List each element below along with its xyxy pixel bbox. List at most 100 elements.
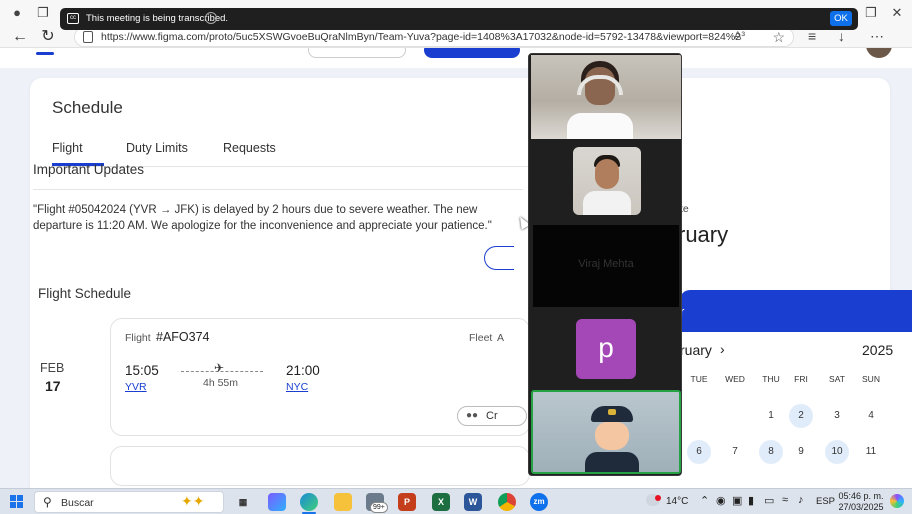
participant-tile-avatar[interactable]: p — [531, 316, 681, 382]
weather-alert-icon — [655, 495, 661, 501]
back-icon[interactable]: ← — [10, 28, 30, 46]
calendar-day[interactable]: 6 — [687, 440, 711, 464]
info-icon[interactable]: i — [205, 12, 217, 24]
copilot-icon[interactable] — [890, 494, 904, 508]
crew-button[interactable]: ●● Cr — [457, 406, 527, 426]
page-title: Schedule — [52, 98, 123, 117]
zoom-participant-panel: Viraj Mehta p — [528, 53, 682, 476]
weekday-label: TUE — [690, 374, 708, 384]
download-icon[interactable]: ↓ — [838, 28, 845, 44]
read-aloud-icon[interactable]: A³ — [734, 30, 745, 42]
plane-icon: ✈ — [214, 361, 225, 375]
crew-icon: ●● — [466, 410, 479, 421]
flight-schedule-title: Flight Schedule — [38, 286, 132, 301]
participant-avatar: p — [576, 319, 636, 379]
header-primary-button[interactable] — [424, 48, 520, 58]
copilot-sparkle-icon: ✦✦ — [181, 493, 205, 509]
participant-body — [567, 113, 633, 139]
collections-icon[interactable]: ≡ — [808, 28, 816, 44]
arrival-airport-link[interactable]: NYC — [286, 381, 308, 393]
address-bar[interactable]: https://www.figma.com/proto/5uc5XSWGvoeB… — [74, 27, 794, 47]
calendar-day[interactable]: 2 — [789, 404, 813, 428]
excel-icon[interactable]: X — [432, 493, 450, 511]
wifi-icon[interactable]: ≈ — [782, 494, 788, 506]
tray-chevron-icon[interactable]: ⌃ — [700, 494, 709, 507]
participant-body — [583, 191, 631, 215]
windows-taskbar: ⚲ Buscar ✦✦ ▦ 99+ P X W zm 14°C ⌃ ◉ ▣ ▮ … — [0, 488, 912, 514]
notification-badge: 99+ — [370, 502, 388, 513]
tab-requests[interactable]: Requests — [223, 141, 276, 155]
search-label: Buscar — [61, 497, 94, 509]
arrival-time: 21:00 — [286, 363, 320, 378]
departure-time: 15:05 — [125, 363, 159, 378]
url-text[interactable]: https://www.figma.com/proto/5uc5XSWGvoeB… — [101, 31, 741, 43]
flight-duration: 4h 55m — [203, 377, 239, 389]
temperature[interactable]: 14°C — [666, 496, 688, 507]
copilot-app-icon[interactable] — [268, 493, 286, 511]
file-explorer-icon[interactable] — [334, 493, 352, 511]
windows-start-icon[interactable] — [10, 495, 24, 509]
powerpoint-icon[interactable]: P — [398, 493, 416, 511]
clock-date[interactable]: 27/03/2025 — [838, 502, 884, 512]
transcription-banner: cc This meeting is being transcribed. i … — [60, 8, 858, 30]
tab-duty-limits[interactable]: Duty Limits — [126, 141, 188, 155]
task-view-icon[interactable]: ▦ — [234, 493, 252, 511]
participant-tile-viraj[interactable]: Viraj Mehta — [533, 225, 679, 307]
calendar-day[interactable]: 9 — [789, 440, 813, 464]
calendar-day[interactable]: 10 — [825, 440, 849, 464]
favorite-star-icon[interactable]: ☆ — [772, 29, 785, 46]
header-pill[interactable] — [308, 48, 406, 58]
search-icon: ⚲ — [43, 495, 52, 509]
close-icon[interactable]: ✕ — [886, 4, 908, 22]
calendar-header — [680, 290, 912, 332]
closed-caption-icon: cc — [67, 13, 79, 24]
record-icon[interactable]: ◉ — [716, 494, 726, 507]
microphone-icon[interactable]: ▮ — [748, 494, 754, 507]
workspaces-icon[interactable]: ❐ — [32, 4, 54, 22]
zoom-app-icon[interactable]: zm — [530, 493, 548, 511]
input-language[interactable]: ESP — [816, 496, 835, 507]
edge-browser-icon[interactable] — [300, 493, 318, 511]
taskbar-search[interactable]: ⚲ Buscar ✦✦ — [34, 491, 224, 513]
calendar-day[interactable]: 7 — [723, 440, 747, 464]
participant-video-1[interactable] — [531, 55, 681, 139]
flight-label: Flight — [125, 332, 151, 344]
pilot-uniform — [585, 452, 639, 472]
calendar-day[interactable]: 4 — [859, 404, 883, 428]
ok-button[interactable]: OK — [830, 11, 852, 26]
battery-icon[interactable]: ▭ — [764, 494, 774, 507]
active-speaker-tile[interactable] — [531, 390, 681, 474]
menu-icon[interactable] — [36, 52, 54, 55]
profile-icon[interactable]: ● — [6, 4, 28, 22]
participant-name: Viraj Mehta — [578, 258, 634, 270]
chrome-icon[interactable] — [498, 493, 516, 511]
participant-video-2[interactable] — [531, 144, 681, 216]
right-panel-month: ruary — [678, 222, 729, 247]
flight-date-month: FEB — [40, 361, 65, 375]
calendar-day[interactable]: 8 — [759, 440, 783, 464]
extensions-icon[interactable]: ⋯ — [870, 28, 884, 45]
updates-action-button[interactable] — [484, 246, 514, 270]
pilot-badge — [608, 409, 616, 415]
calendar-day[interactable]: 1 — [759, 404, 783, 428]
word-icon[interactable]: W — [464, 493, 482, 511]
restore-icon[interactable]: ❐ — [860, 4, 882, 22]
next-flight-card[interactable] — [110, 446, 530, 486]
refresh-icon[interactable]: ↻ — [38, 28, 58, 46]
weekday-label: WED — [725, 374, 745, 384]
tab-flight[interactable]: Flight — [52, 141, 83, 155]
clock-time[interactable]: 05:46 p. m. — [838, 491, 884, 501]
pilot-face — [595, 422, 629, 450]
calendar-day[interactable]: 3 — [825, 404, 849, 428]
chevron-right-icon[interactable]: › — [720, 341, 725, 357]
fleet-value: A — [497, 332, 505, 344]
calendar-year: 2025 — [862, 342, 894, 358]
calendar-widget: r ruary › 2025 TUE WED THU FRI SAT SUN 123467… — [680, 290, 912, 488]
departure-airport-link[interactable]: YVR — [125, 381, 147, 393]
crew-label: Cr — [486, 410, 498, 422]
weekday-label: THU — [762, 374, 780, 384]
volume-icon[interactable]: ♪ — [798, 494, 804, 506]
meet-now-icon[interactable]: ▣ — [732, 494, 742, 507]
important-updates-title: Important Updates — [33, 162, 145, 177]
calendar-day[interactable]: 11 — [859, 440, 883, 464]
